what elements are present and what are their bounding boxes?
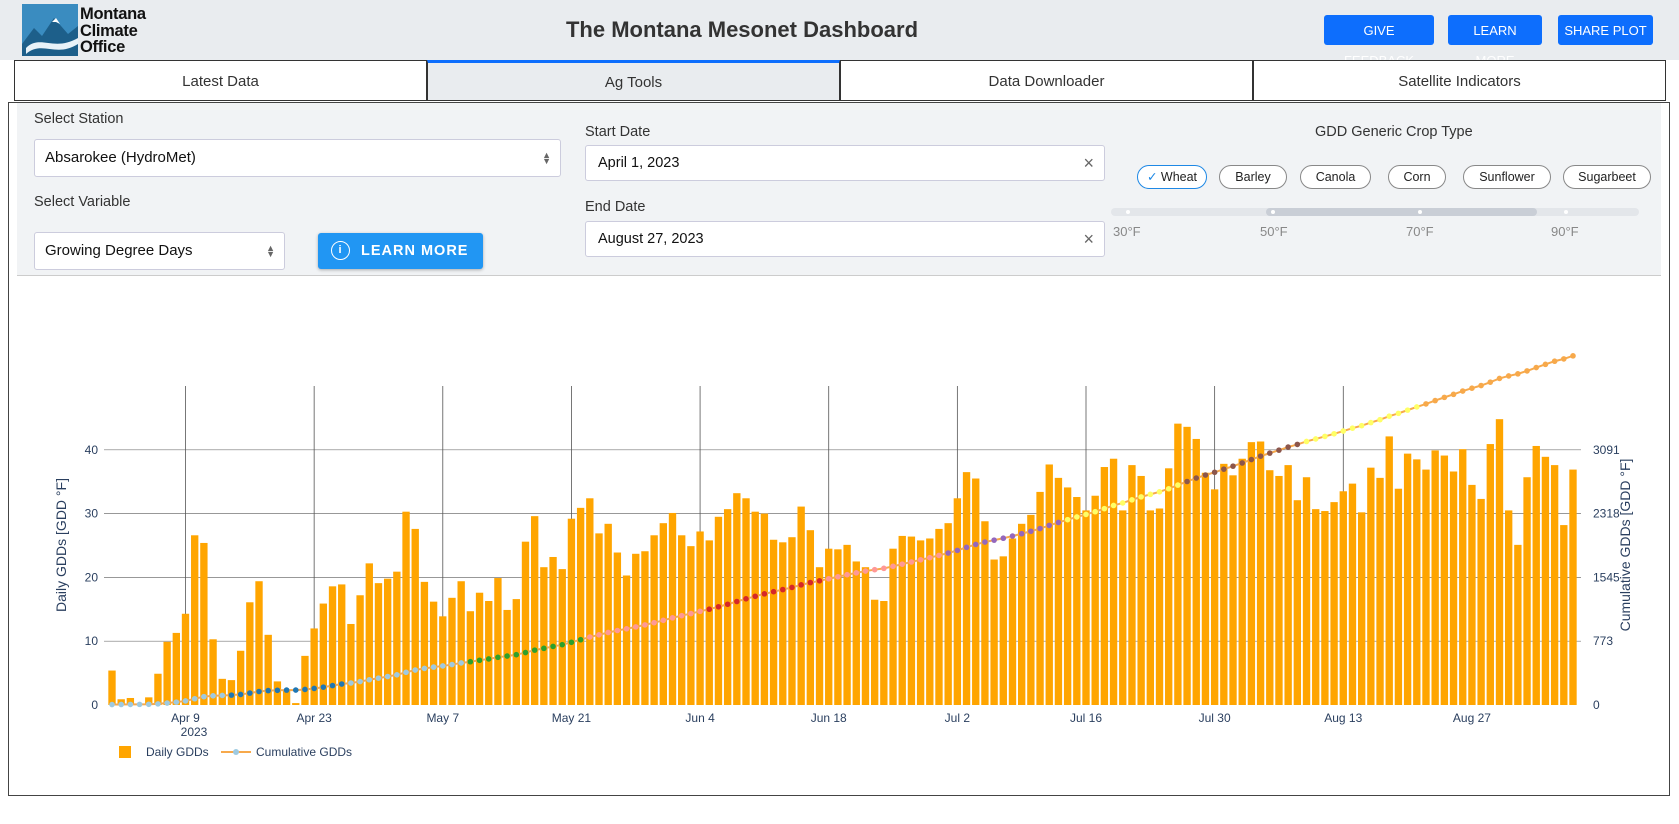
crop-chip-wheat[interactable]: ✓ Wheat	[1137, 165, 1207, 189]
crop-chip-barley[interactable]: Barley	[1219, 165, 1287, 189]
slider-tick	[1418, 210, 1422, 214]
slider-handle-low[interactable]	[1271, 210, 1275, 214]
temperature-range-selected[interactable]	[1266, 208, 1537, 216]
info-icon: i	[331, 241, 350, 260]
station-select-value: Absarokee (HydroMet)	[45, 149, 196, 166]
start-date-value: April 1, 2023	[598, 155, 680, 171]
clear-end-date-icon[interactable]: ×	[1083, 222, 1094, 256]
end-date-input[interactable]: August 27, 2023 ×	[585, 221, 1105, 257]
crop-chip-corn[interactable]: Corn	[1388, 165, 1446, 189]
main-tabs: Latest Data Ag Tools Data Downloader Sat…	[14, 60, 1666, 102]
variable-select[interactable]: Growing Degree Days ▲ ▼	[34, 232, 285, 270]
tab-latest-data[interactable]: Latest Data	[14, 60, 427, 101]
controls-area: Select Station Absarokee (HydroMet) ▲ ▼ S…	[17, 103, 1661, 276]
slider-tick	[1126, 210, 1130, 214]
learn-more-label: LEARN MORE	[361, 243, 469, 259]
variable-label: Select Variable	[34, 194, 131, 210]
slider-label-90: 90°F	[1551, 224, 1579, 239]
slider-label-30: 30°F	[1113, 224, 1141, 239]
clear-start-date-icon[interactable]: ×	[1083, 146, 1094, 180]
crop-type-label: GDD Generic Crop Type	[1315, 124, 1473, 140]
select-chevron-icon: ▲ ▼	[266, 243, 275, 259]
end-date-value: August 27, 2023	[598, 231, 704, 247]
end-date-label: End Date	[585, 199, 646, 215]
variable-select-value: Growing Degree Days	[45, 242, 193, 259]
slider-label-50: 50°F	[1260, 224, 1288, 239]
page-title: The Montana Mesonet Dashboard	[565, 17, 919, 42]
give-feedback-button[interactable]: GIVE FEEDBACK	[1324, 15, 1434, 68]
crop-chip-label: Wheat	[1160, 170, 1198, 184]
learn-more-button[interactable]: i LEARN MORE	[318, 233, 483, 269]
start-date-label: Start Date	[585, 124, 651, 140]
slider-tick	[1564, 210, 1568, 214]
ag-tools-panel: Select Station Absarokee (HydroMet) ▲ ▼ S…	[8, 102, 1670, 796]
crop-chip-sugarbeet[interactable]: Sugarbeet	[1563, 165, 1651, 189]
select-chevron-icon: ▲ ▼	[542, 150, 551, 166]
slider-label-70: 70°F	[1406, 224, 1434, 239]
header-bar: Montana Climate Office The Montana Meson…	[0, 0, 1679, 68]
tab-data-downloader[interactable]: Data Downloader	[840, 60, 1253, 101]
crop-chip-sunflower[interactable]: Sunflower	[1463, 165, 1551, 189]
learn-more-header-button[interactable]: LEARN MORE	[1448, 15, 1542, 68]
tab-ag-tools[interactable]: Ag Tools	[427, 60, 840, 101]
tab-satellite-indicators[interactable]: Satellite Indicators	[1253, 60, 1666, 101]
crop-chip-canola[interactable]: Canola	[1300, 165, 1371, 189]
share-plot-button[interactable]: SHARE PLOT	[1558, 15, 1653, 45]
station-select[interactable]: Absarokee (HydroMet) ▲ ▼	[34, 139, 561, 177]
check-icon: ✓	[1146, 170, 1158, 184]
start-date-input[interactable]: April 1, 2023 ×	[585, 145, 1105, 181]
station-label: Select Station	[34, 111, 124, 127]
